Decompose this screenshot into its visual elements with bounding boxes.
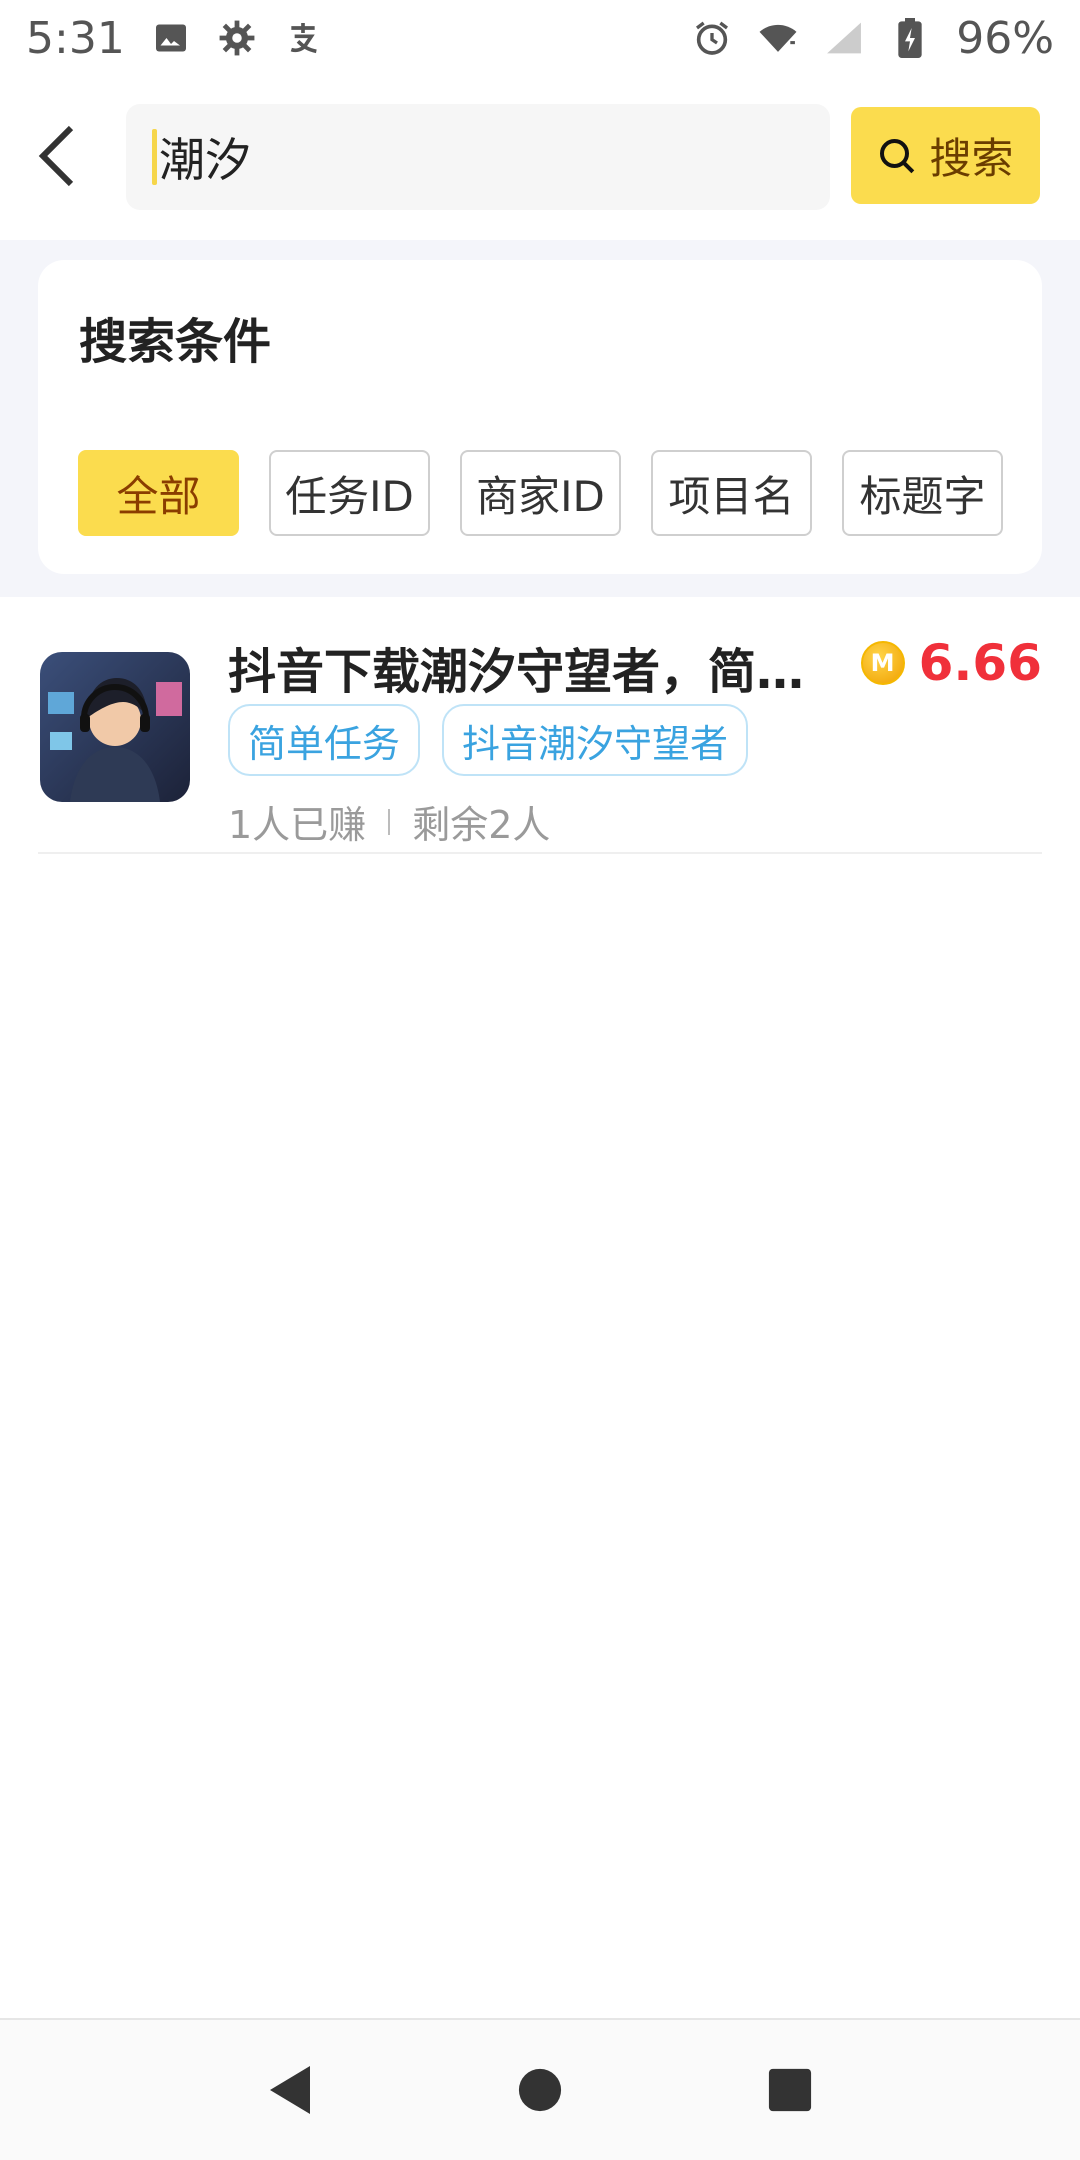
alarm-icon bbox=[692, 18, 732, 58]
filter-chip-merchant-id[interactable]: 商家ID bbox=[460, 450, 621, 536]
search-button[interactable]: 搜索 bbox=[851, 107, 1040, 204]
filter-card: 搜索条件 全部 任务ID 商家ID 项目名 标题字 bbox=[38, 260, 1042, 574]
filter-chip-all[interactable]: 全部 bbox=[78, 450, 239, 536]
search-header: 潮汐 搜索 bbox=[0, 76, 1080, 240]
reward-value: 6.66 bbox=[918, 634, 1042, 692]
system-nav-bar bbox=[0, 2018, 1080, 2160]
status-bar: 5:31 96% bbox=[0, 0, 1080, 76]
remaining-count: 剩余2人 bbox=[412, 803, 551, 847]
earned-count: 1人已赚 bbox=[228, 803, 367, 847]
search-button-label: 搜索 bbox=[929, 134, 1014, 183]
text-caret bbox=[152, 129, 157, 185]
reward: M 6.66 bbox=[860, 634, 1042, 692]
image-icon bbox=[151, 18, 191, 58]
coin-icon: M bbox=[860, 641, 905, 685]
chevron-left-icon bbox=[38, 125, 74, 187]
filter-title: 搜索条件 bbox=[79, 314, 272, 370]
search-icon bbox=[880, 138, 915, 173]
wifi-icon bbox=[758, 18, 798, 58]
filter-chip-task-id[interactable]: 任务ID bbox=[269, 450, 430, 536]
task-thumbnail bbox=[40, 652, 190, 802]
recents-square-icon bbox=[768, 2068, 812, 2112]
filter-chip-title-text[interactable]: 标题字 bbox=[842, 450, 1003, 536]
filter-chips: 全部 任务ID 商家ID 项目名 标题字 bbox=[78, 450, 1003, 536]
task-stats: 1人已赚 剩余2人 bbox=[228, 794, 550, 849]
signal-icon bbox=[824, 18, 864, 58]
search-input[interactable]: 潮汐 bbox=[126, 104, 830, 210]
gear-icon bbox=[217, 18, 257, 58]
battery-charging-icon bbox=[890, 18, 930, 58]
task-tag: 抖音潮汐守望者 bbox=[442, 704, 749, 776]
back-button[interactable] bbox=[22, 116, 92, 196]
list-item[interactable]: 抖音下载潮汐守望者，简单任务 M 6.66 简单任务 抖音潮汐守望者 1人已赚 … bbox=[38, 620, 1042, 854]
task-tags: 简单任务 抖音潮汐守望者 bbox=[228, 704, 749, 776]
task-title: 抖音下载潮汐守望者，简单任务 bbox=[228, 644, 828, 700]
nav-home-button[interactable] bbox=[510, 2060, 570, 2120]
nav-back-button[interactable] bbox=[260, 2060, 320, 2120]
task-tag: 简单任务 bbox=[228, 704, 421, 776]
home-circle-icon bbox=[518, 2068, 562, 2112]
back-triangle-icon bbox=[270, 2066, 310, 2114]
nav-recents-button[interactable] bbox=[760, 2060, 820, 2120]
status-time: 5:31 bbox=[26, 12, 125, 64]
battery-percent: 96% bbox=[956, 12, 1054, 64]
stats-divider bbox=[388, 808, 391, 835]
alipay-icon bbox=[283, 18, 323, 58]
filter-chip-project-name[interactable]: 项目名 bbox=[651, 450, 812, 536]
filter-section: 搜索条件 全部 任务ID 商家ID 项目名 标题字 bbox=[0, 240, 1080, 597]
search-input-value: 潮汐 bbox=[159, 133, 251, 187]
